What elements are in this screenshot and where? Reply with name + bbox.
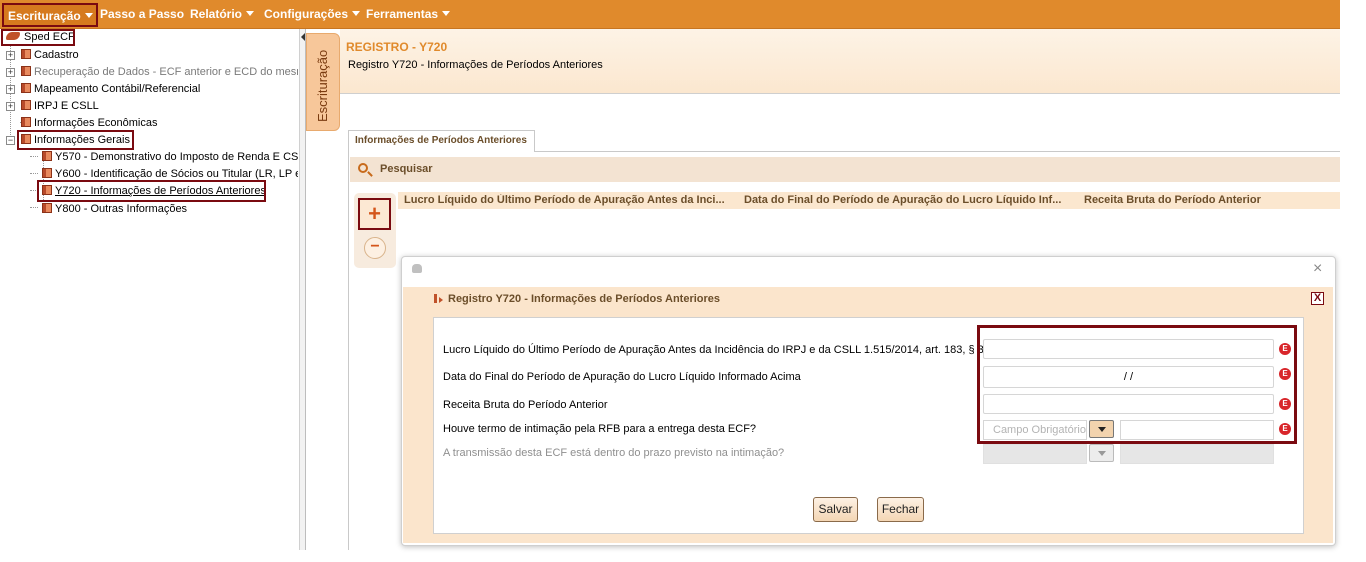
menu-relatorio-label: Relatório xyxy=(190,7,243,21)
chevron-down-icon xyxy=(352,11,361,16)
book-icon xyxy=(21,117,31,127)
dialog-icon xyxy=(412,264,422,273)
tree-item-mapeamento[interactable]: + Mapeamento Contábil/Referencial xyxy=(6,82,200,97)
panel-splitter[interactable] xyxy=(299,29,306,550)
highlight-frame xyxy=(37,180,266,202)
expand-icon[interactable]: + xyxy=(6,51,15,60)
menu-passo-a-passo-label: Passo a Passo xyxy=(100,7,185,21)
side-tab-label: Escrituração xyxy=(315,49,330,122)
menu-configuracoes-label: Configurações xyxy=(264,7,349,21)
search-label: Pesquisar xyxy=(380,163,433,175)
book-icon xyxy=(21,100,31,110)
book-icon xyxy=(21,49,31,59)
content-border xyxy=(348,150,349,550)
field-label-termo-intimacao: Houve termo de intimação pela RFB para a… xyxy=(443,423,757,435)
tree-item-label: Y600 - Identificação de Sócios ou Titula… xyxy=(55,168,298,180)
field-label-prazo-intimacao: A transmissão desta ECF está dentro do p… xyxy=(443,447,785,459)
chevron-down-icon xyxy=(1089,444,1114,462)
highlight-frame xyxy=(977,325,1297,444)
book-icon xyxy=(42,168,52,178)
tree-item-label: Recuperação de Dados - ECF anterior e EC… xyxy=(34,66,298,78)
menu-bar: Escrituração Passo a Passo Relatório Con… xyxy=(0,0,1340,29)
column-header[interactable]: Data do Final do Período de Apuração do … xyxy=(744,194,1084,206)
highlight-frame xyxy=(17,130,134,150)
panel-close-button[interactable]: X xyxy=(1311,292,1324,305)
menu-ferramentas[interactable]: Ferramentas xyxy=(366,7,451,24)
expand-icon[interactable]: + xyxy=(6,102,15,111)
save-button[interactable]: Salvar xyxy=(813,497,858,522)
remove-row-button[interactable]: − xyxy=(364,237,386,259)
search-icon xyxy=(358,163,368,173)
search-bar[interactable]: Pesquisar xyxy=(350,157,1340,182)
collapse-arrow-icon[interactable] xyxy=(301,33,305,41)
navigation-tree: Sped ECF + Cadastro + Recuperação de Dad… xyxy=(0,29,300,550)
tree-connector xyxy=(30,173,38,174)
chevron-down-icon xyxy=(246,11,255,16)
panel-title-icon xyxy=(434,294,437,303)
escrituracao-side-tab[interactable]: Escrituração xyxy=(306,33,340,131)
tab-informacoes-periodos-anteriores[interactable]: Informações de Períodos Anteriores xyxy=(348,130,535,152)
tree-item-label: Y800 - Outras Informações xyxy=(55,203,188,215)
book-icon xyxy=(21,83,31,93)
tree-item-irpj-csll[interactable]: + IRPJ E CSLL xyxy=(6,99,99,114)
tree-item-y800[interactable]: Y800 - Outras Informações xyxy=(42,202,187,217)
add-row-button[interactable]: + xyxy=(358,198,391,230)
menu-ferramentas-label: Ferramentas xyxy=(366,7,439,21)
column-header[interactable]: Receita Bruta do Período Anterior xyxy=(1084,194,1334,206)
collapse-icon[interactable]: − xyxy=(6,136,15,145)
tree-item-label: IRPJ E CSLL xyxy=(34,100,99,112)
tree-item-cadastro[interactable]: + Cadastro xyxy=(6,48,79,63)
book-icon xyxy=(42,203,52,213)
dialog-title: Registro Y720 - Informações de Períodos … xyxy=(448,293,721,305)
field-label-data-final: Data do Final do Período de Apuração do … xyxy=(443,371,801,383)
book-icon xyxy=(42,151,52,161)
tree-item-informacoes-economicas[interactable]: Informações Econômicas xyxy=(21,116,158,131)
prazo-intimacao-detail-input xyxy=(1120,444,1274,464)
book-icon xyxy=(21,66,31,76)
menu-escrituracao-label: Escrituração xyxy=(8,9,81,23)
tree-item-label: Mapeamento Contábil/Referencial xyxy=(34,83,201,95)
chevron-down-icon xyxy=(442,11,451,16)
chevron-down-icon xyxy=(84,13,93,18)
tab-divider xyxy=(535,151,1340,152)
tree-item-label: Informações Econômicas xyxy=(34,117,158,129)
tab-label: Informações de Períodos Anteriores xyxy=(355,135,527,146)
highlight-frame xyxy=(1,29,75,46)
menu-relatorio[interactable]: Relatório xyxy=(190,7,255,24)
page-subtitle: Registro Y720 - Informações de Períodos … xyxy=(348,59,603,71)
prazo-intimacao-select xyxy=(983,444,1087,464)
tree-item-label: Y570 - Demonstrativo do Imposto de Renda… xyxy=(55,151,298,163)
column-header[interactable]: Lucro Líquido do Último Período de Apura… xyxy=(404,194,744,206)
close-button[interactable]: Fechar xyxy=(877,497,924,522)
grid-header: Lucro Líquido do Último Período de Apura… xyxy=(398,192,1340,209)
dialog-close-icon[interactable]: × xyxy=(1313,260,1322,278)
panel-title-arrow-icon xyxy=(439,297,443,303)
tree-connector xyxy=(30,156,38,157)
window-edge xyxy=(1340,29,1366,562)
tree-item-recuperacao[interactable]: + Recuperação de Dados - ECF anterior e … xyxy=(6,65,298,80)
field-label-lucro-liquido: Lucro Líquido do Último Período de Apura… xyxy=(443,344,988,356)
field-label-receita-bruta: Receita Bruta do Período Anterior xyxy=(443,399,608,411)
expand-icon[interactable]: + xyxy=(6,85,15,94)
menu-escrituracao[interactable]: Escrituração xyxy=(2,3,98,27)
tree-item-y570[interactable]: Y570 - Demonstrativo do Imposto de Renda… xyxy=(42,150,298,165)
menu-passo-a-passo[interactable]: Passo a Passo xyxy=(100,7,184,24)
menu-configuracoes[interactable]: Configurações xyxy=(264,7,361,24)
page-title: REGISTRO - Y720 xyxy=(346,40,448,54)
tree-item-label: Cadastro xyxy=(34,49,79,61)
expand-icon[interactable]: + xyxy=(6,68,15,77)
tree-connector xyxy=(30,207,38,208)
